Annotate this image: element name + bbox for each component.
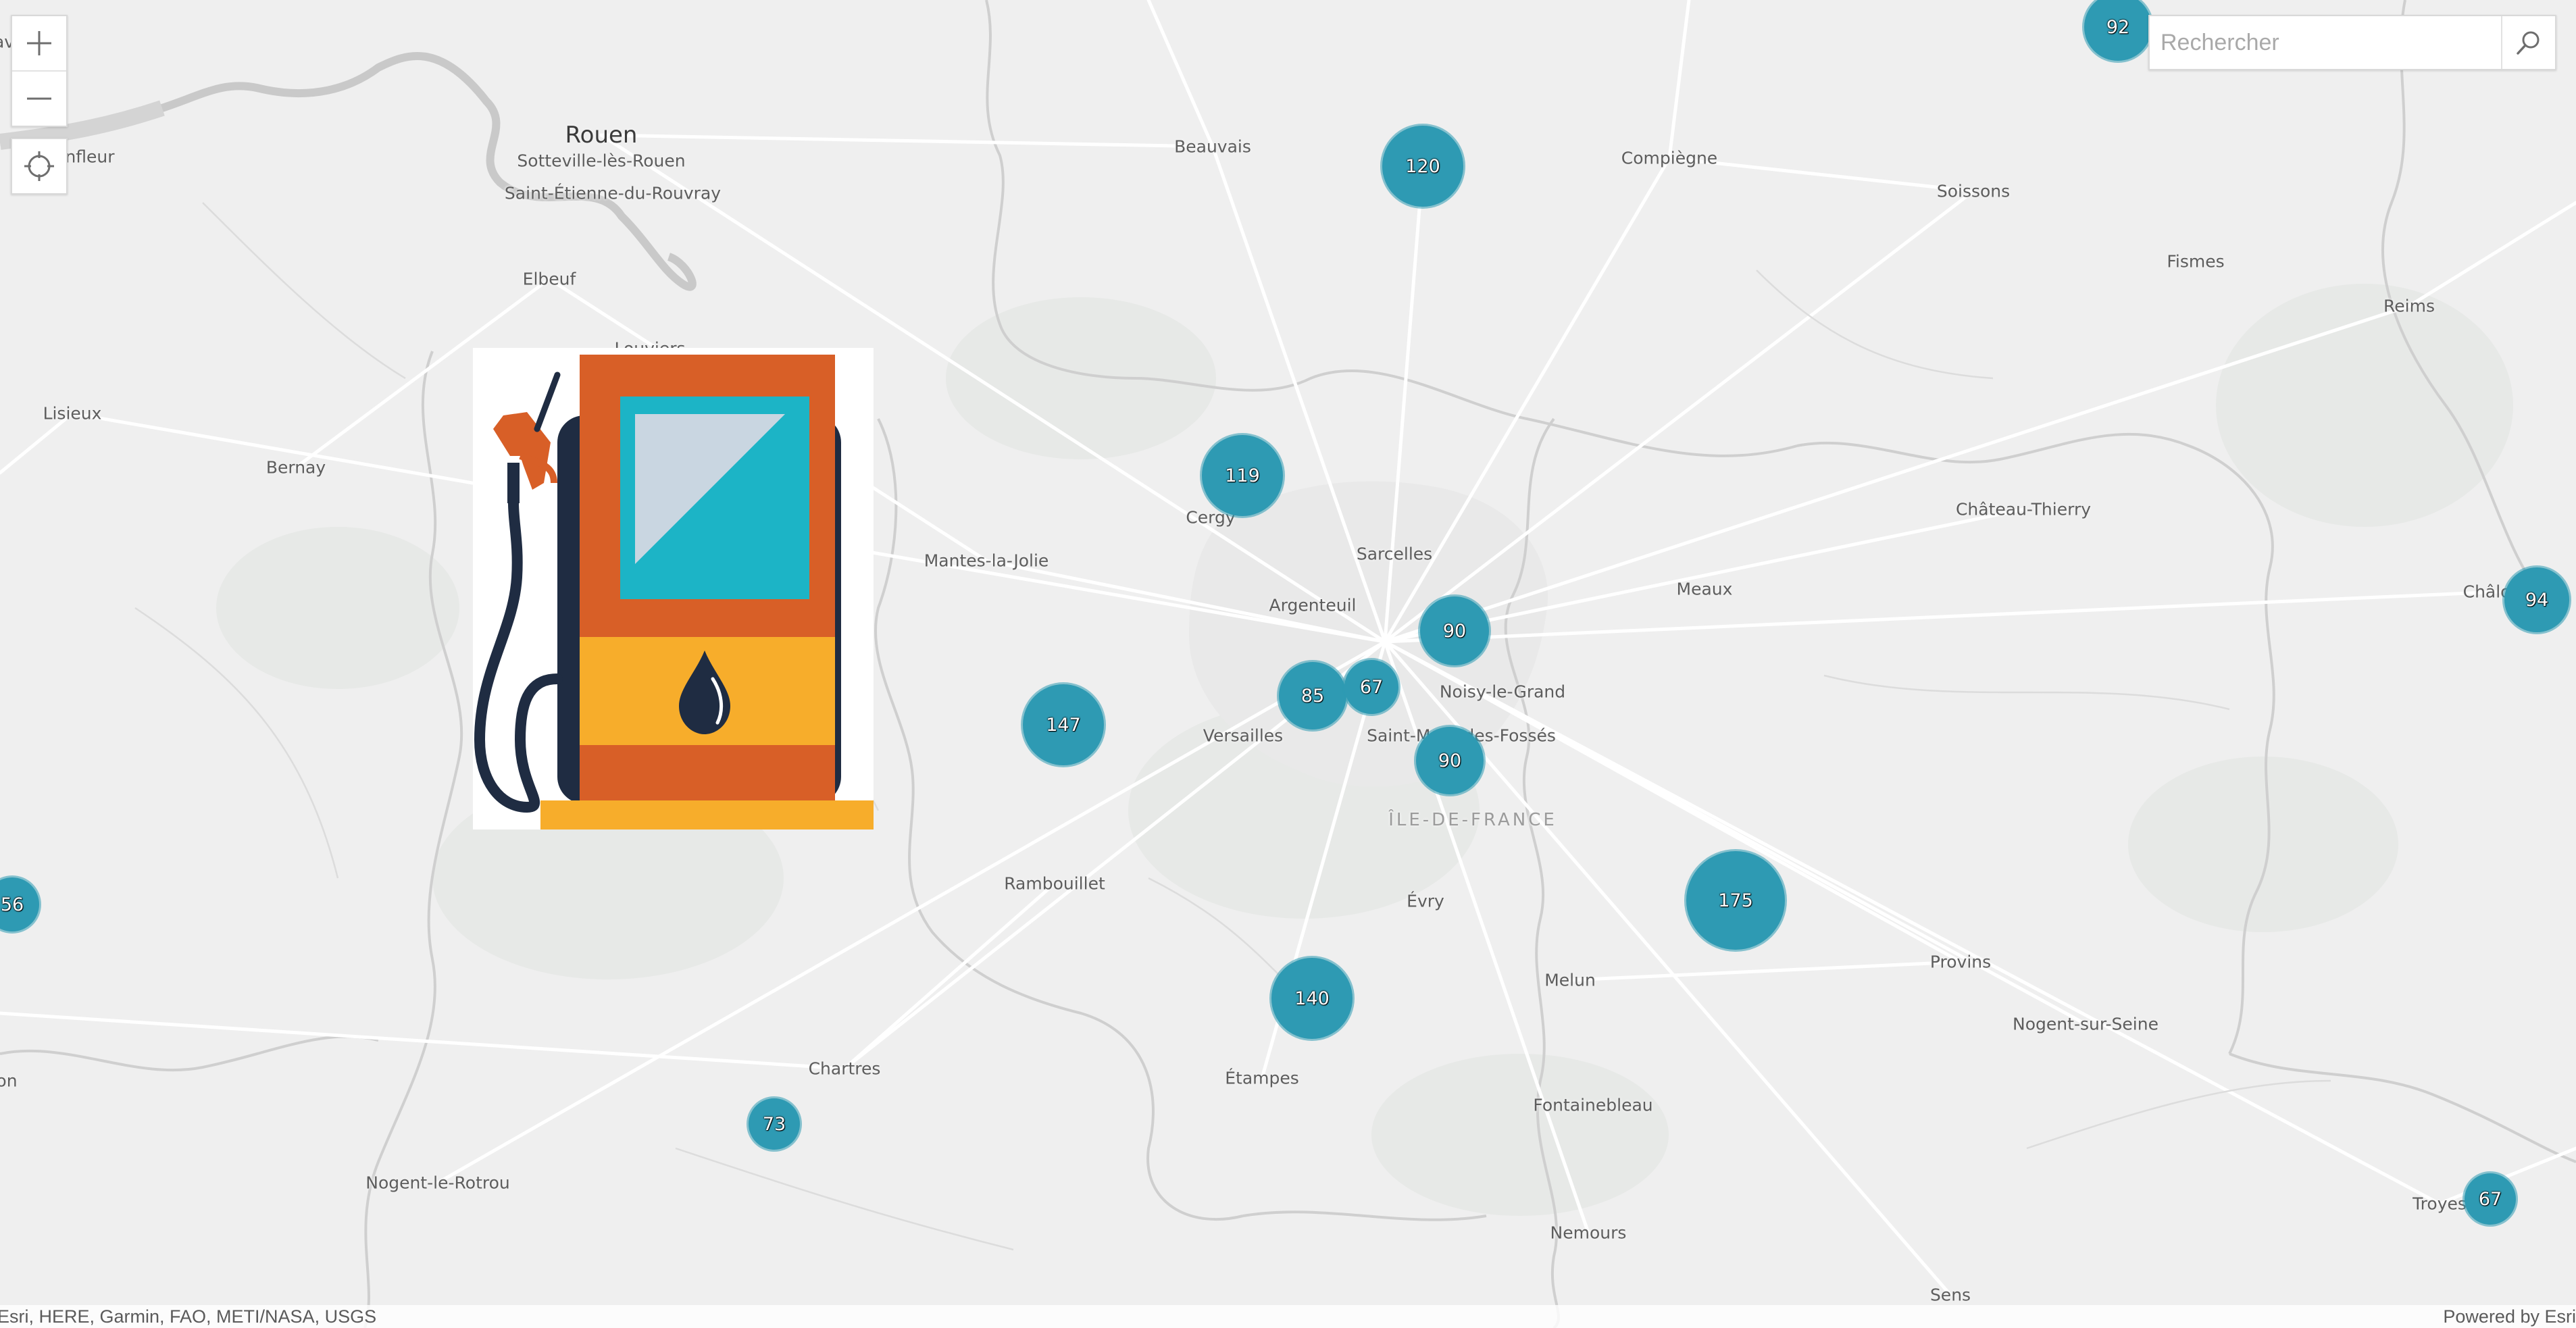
locate-button[interactable] (11, 138, 68, 195)
search-button[interactable] (2501, 16, 2555, 69)
minus-icon (27, 97, 51, 100)
place-label: Compiègne (1621, 148, 1718, 168)
place-label: Beauvais (1174, 136, 1251, 157)
place-label: Noisy-le-Grand (1439, 682, 1566, 702)
place-label: Nogent-le-Rotrou (365, 1173, 510, 1193)
place-label: Elbeuf (522, 269, 576, 289)
place-label: Rouen (565, 122, 638, 149)
place-label: Argenteuil (1269, 595, 1357, 615)
cluster-marker[interactable]: 90 (1416, 727, 1484, 794)
place-label: Versailles (1203, 725, 1284, 746)
crosshair-icon (24, 151, 54, 181)
place-label: Nemours (1550, 1223, 1627, 1243)
search-widget (2148, 15, 2556, 70)
place-label: Troyes (2413, 1194, 2467, 1214)
search-input[interactable] (2150, 16, 2501, 69)
place-label: Lisieux (43, 403, 102, 424)
place-label: Chartres (808, 1058, 881, 1079)
plus-icon (27, 31, 51, 55)
gas-pump-image (473, 348, 874, 829)
place-label: Mantes-la-Jolie (924, 551, 1049, 571)
powered-by-esri[interactable]: Powered by Esri (2443, 1306, 2576, 1327)
map-canvas[interactable]: Rouen Sotteville-lès-Rouen Saint-Étienne-d… (0, 0, 2576, 1328)
attribution-text[interactable]: Esri, HERE, Garmin, FAO, METI/NASA, USGS (0, 1306, 376, 1327)
zoom-out-button[interactable] (12, 70, 66, 126)
cluster-marker[interactable]: 175 (1686, 851, 1785, 950)
place-label: Melun (1544, 970, 1596, 990)
cluster-marker[interactable]: 73 (749, 1098, 800, 1150)
place-label: Évry (1407, 891, 1444, 911)
cluster-marker[interactable]: 147 (1023, 684, 1104, 765)
place-label: Soissons (1936, 181, 2011, 201)
basemap (0, 0, 2576, 1328)
zoom-control (11, 15, 68, 127)
gas-pump-icon (473, 348, 874, 829)
cluster-marker[interactable]: 94 (2504, 567, 2569, 632)
place-label: Meaux (1676, 579, 1733, 599)
place-label: Reims (2383, 296, 2435, 316)
place-label: Bernay (266, 457, 326, 478)
cluster-marker[interactable]: 140 (1271, 958, 1353, 1039)
zoom-in-button[interactable] (12, 16, 66, 70)
attribution-bar: Esri, HERE, Garmin, FAO, METI/NASA, USGS… (0, 1305, 2576, 1328)
place-label: Étampes (1225, 1068, 1299, 1088)
cluster-marker[interactable]: 85 (1279, 662, 1346, 730)
place-label: Rambouillet (1004, 873, 1105, 894)
place-label: Saint-Étienne-du-Rouvray (504, 183, 722, 203)
cluster-marker[interactable]: 67 (2465, 1173, 2516, 1225)
place-label: Fismes (2167, 251, 2225, 272)
cluster-marker[interactable]: 67 (1344, 660, 1398, 714)
place-label: Nogent-sur-Seine (2013, 1014, 2158, 1034)
place-label: Sens (1929, 1285, 1971, 1305)
place-label: Sarcelles (1356, 544, 1433, 564)
place-label: Provins (1929, 952, 1992, 972)
search-icon (2517, 31, 2540, 55)
place-label: ÎLE-DE-FRANCE (1388, 810, 1557, 830)
cluster-marker[interactable]: 119 (1202, 435, 1283, 516)
cluster-marker[interactable]: 120 (1382, 126, 1463, 207)
place-label: Fontainebleau (1533, 1095, 1653, 1115)
place-label: on (0, 1071, 18, 1091)
place-label: Château-Thierry (1955, 499, 2092, 519)
place-label: Sotteville-lès-Rouen (517, 151, 686, 171)
cluster-marker[interactable]: 90 (1420, 596, 1489, 665)
place-label: nfleur (65, 147, 115, 167)
